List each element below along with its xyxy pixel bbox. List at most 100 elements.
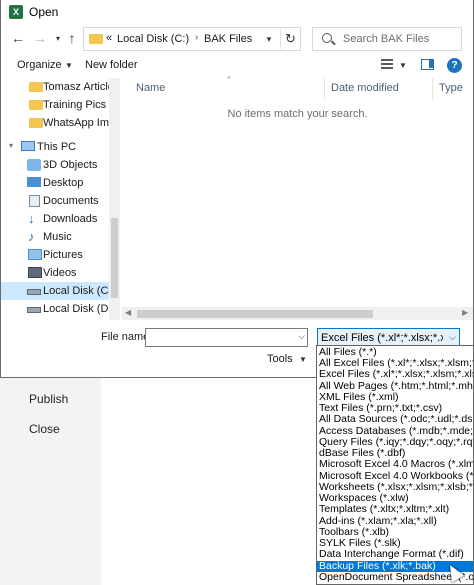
- back-arrow-icon[interactable]: ←: [9, 29, 27, 47]
- nav-item-label: Local Disk (C:): [43, 285, 116, 297]
- file-type-option[interactable]: All Excel Files (*.xl*;*.xlsx;*.xlsm;*.x…: [317, 358, 473, 369]
- nav-item-videos[interactable]: Videos: [1, 264, 109, 282]
- search-input[interactable]: Search BAK Files: [312, 27, 462, 51]
- column-divider[interactable]: [432, 78, 433, 100]
- file-type-option[interactable]: Templates (*.xltx;*.xltm;*.xlt): [317, 504, 473, 515]
- music-icon: ♪: [28, 229, 35, 244]
- column-header-type[interactable]: Type: [439, 82, 463, 94]
- address-dropdown-icon[interactable]: ▾: [262, 31, 276, 47]
- file-type-option[interactable]: All Web Pages (*.htm;*.html;*.mht;*.mhtm…: [317, 381, 473, 392]
- nav-item-3d-objects[interactable]: 3D Objects: [1, 156, 109, 174]
- filelist-horizontal-scrollbar[interactable]: ◀ ▶: [122, 307, 473, 320]
- nav-item-label: Videos: [43, 267, 77, 279]
- help-icon[interactable]: ?: [447, 58, 462, 73]
- organize-button[interactable]: Organize: [17, 59, 62, 71]
- nav-item-label: Music: [43, 231, 72, 243]
- file-type-option[interactable]: Data Interchange Format (*.dif): [317, 549, 473, 560]
- search-placeholder: Search BAK Files: [343, 33, 430, 45]
- preview-pane-icon[interactable]: [421, 59, 434, 70]
- navpane-scrollbar[interactable]: [109, 78, 120, 320]
- scroll-right-icon[interactable]: ▶: [462, 308, 468, 317]
- nav-item-desktop[interactable]: Desktop: [1, 174, 109, 192]
- file-type-option[interactable]: Workspaces (*.xlw): [317, 493, 473, 504]
- breadcrumb-overflow[interactable]: «: [106, 32, 112, 44]
- nav-item-local-disk-d[interactable]: Local Disk (D:): [1, 300, 115, 318]
- file-type-option[interactable]: SYLK Files (*.slk): [317, 538, 473, 549]
- file-type-dropdown-list[interactable]: All Files (*.*) All Excel Files (*.xl*;*…: [316, 345, 474, 585]
- file-type-option[interactable]: Microsoft Excel 4.0 Macros (*.xlm;*.xla): [317, 459, 473, 470]
- breadcrumb-separator: ›: [195, 32, 199, 43]
- address-bar[interactable]: « Local Disk (C:) › BAK Files ▾ ↻: [83, 27, 301, 51]
- file-list[interactable]: ^ Name Date modified Type No items match…: [122, 75, 473, 320]
- file-type-option[interactable]: Text Files (*.prn;*.txt;*.csv): [317, 403, 473, 414]
- column-header-date-modified[interactable]: Date modified: [331, 82, 399, 94]
- drive-icon: [27, 307, 41, 313]
- column-header-name[interactable]: Name: [136, 82, 165, 94]
- dialog-title: Open: [29, 5, 59, 19]
- chevron-down-icon: ▼: [65, 61, 73, 70]
- navigation-pane: Tomasz Articles Training Pics WhatsApp I…: [1, 78, 120, 320]
- file-type-option[interactable]: XML Files (*.xml): [317, 392, 473, 403]
- videos-icon: [28, 267, 42, 278]
- file-type-option[interactable]: Worksheets (*.xlsx;*.xlsm;*.xlsb;*.xls): [317, 482, 473, 493]
- file-type-option[interactable]: Query Files (*.iqy;*.dqy;*.oqy;*.rqy): [317, 437, 473, 448]
- nav-item-pictures[interactable]: Pictures: [1, 246, 109, 264]
- nav-item-this-pc[interactable]: ▾ This PC: [1, 138, 109, 156]
- 3d-objects-icon: [27, 159, 41, 171]
- downloads-icon: ↓: [28, 211, 35, 226]
- nav-item-label: Local Disk (D:): [43, 303, 116, 315]
- new-folder-button[interactable]: New folder: [85, 59, 138, 71]
- nav-item-music[interactable]: ♪ Music: [1, 228, 109, 246]
- file-type-option[interactable]: All Data Sources (*.odc;*.udl;*.dsn;*.md…: [317, 414, 473, 425]
- tools-dropdown-icon[interactable]: ▼: [299, 355, 307, 364]
- change-view-icon[interactable]: [381, 59, 393, 69]
- nav-item-tomasz-articles[interactable]: Tomasz Articles: [1, 78, 119, 96]
- file-type-option[interactable]: All Files (*.*): [317, 347, 473, 358]
- file-name-input[interactable]: ⌵: [145, 328, 308, 347]
- breadcrumb-local-disk[interactable]: Local Disk (C:): [117, 33, 189, 45]
- file-type-option[interactable]: Toolbars (*.xlb): [317, 527, 473, 538]
- folder-icon: [29, 118, 43, 128]
- chevron-down-icon[interactable]: ▾: [9, 141, 13, 150]
- horizontal-scrollbar-thumb[interactable]: [137, 310, 373, 318]
- folder-icon: [89, 34, 103, 44]
- excel-app-icon: X: [9, 5, 23, 19]
- file-type-option[interactable]: Access Databases (*.mdb;*.mde;*.accdb;*.…: [317, 426, 473, 437]
- column-divider[interactable]: [324, 78, 325, 100]
- nav-item-label: Desktop: [43, 177, 84, 189]
- nav-item-local-disk-c[interactable]: Local Disk (C:): [1, 282, 115, 300]
- scroll-left-icon[interactable]: ◀: [125, 308, 131, 317]
- sort-up-icon: ^: [227, 75, 231, 84]
- nav-item-whatsapp-images[interactable]: WhatsApp Imag: [1, 114, 120, 132]
- breadcrumb-bak-files[interactable]: BAK Files: [204, 33, 252, 45]
- title-bar[interactable]: X Open: [1, 0, 473, 24]
- forward-arrow-icon[interactable]: →: [31, 29, 49, 47]
- nav-item-label: Downloads: [43, 213, 98, 225]
- backstage-item-publish[interactable]: Publish: [29, 392, 68, 406]
- navigation-bar: ← → ▾ ↑ « Local Disk (C:) › BAK Files ▾ …: [1, 26, 473, 52]
- nav-item-documents[interactable]: Documents: [1, 192, 109, 210]
- chevron-down-icon: ⌵: [449, 332, 456, 342]
- up-arrow-icon[interactable]: ↑: [63, 29, 81, 47]
- empty-state-message: No items match your search.: [227, 108, 368, 120]
- pictures-icon: [28, 249, 42, 260]
- file-type-option[interactable]: Add-ins (*.xlam;*.xla;*.xll): [317, 516, 473, 527]
- file-type-option[interactable]: dBase Files (*.dbf): [317, 448, 473, 459]
- file-type-option[interactable]: Excel Files (*.xl*;*.xlsx;*.xlsm;*.xlsb;…: [317, 369, 473, 380]
- file-type-option[interactable]: Microsoft Excel 4.0 Workbooks (*.xlw): [317, 471, 473, 482]
- backstage-item-close[interactable]: Close: [29, 422, 60, 436]
- search-icon: [322, 33, 332, 43]
- nav-item-label: 3D Objects: [43, 159, 98, 171]
- computer-icon: [21, 141, 35, 151]
- chevron-down-icon[interactable]: ⌵: [298, 331, 305, 342]
- tools-button[interactable]: Tools: [267, 353, 293, 365]
- navpane-scrollbar-thumb[interactable]: [111, 218, 118, 298]
- nav-item-downloads[interactable]: ↓ Downloads: [1, 210, 109, 228]
- refresh-icon[interactable]: ↻: [280, 29, 300, 49]
- view-dropdown-icon[interactable]: ▼: [399, 61, 407, 70]
- desktop-icon: [27, 177, 41, 187]
- file-type-value: Excel Files (*.xl*;*.xlsx;*.xlsm;*.x: [321, 332, 443, 344]
- nav-item-training-pics[interactable]: Training Pics: [1, 96, 109, 114]
- nav-item-label: This PC: [37, 141, 77, 153]
- documents-icon: [29, 195, 40, 207]
